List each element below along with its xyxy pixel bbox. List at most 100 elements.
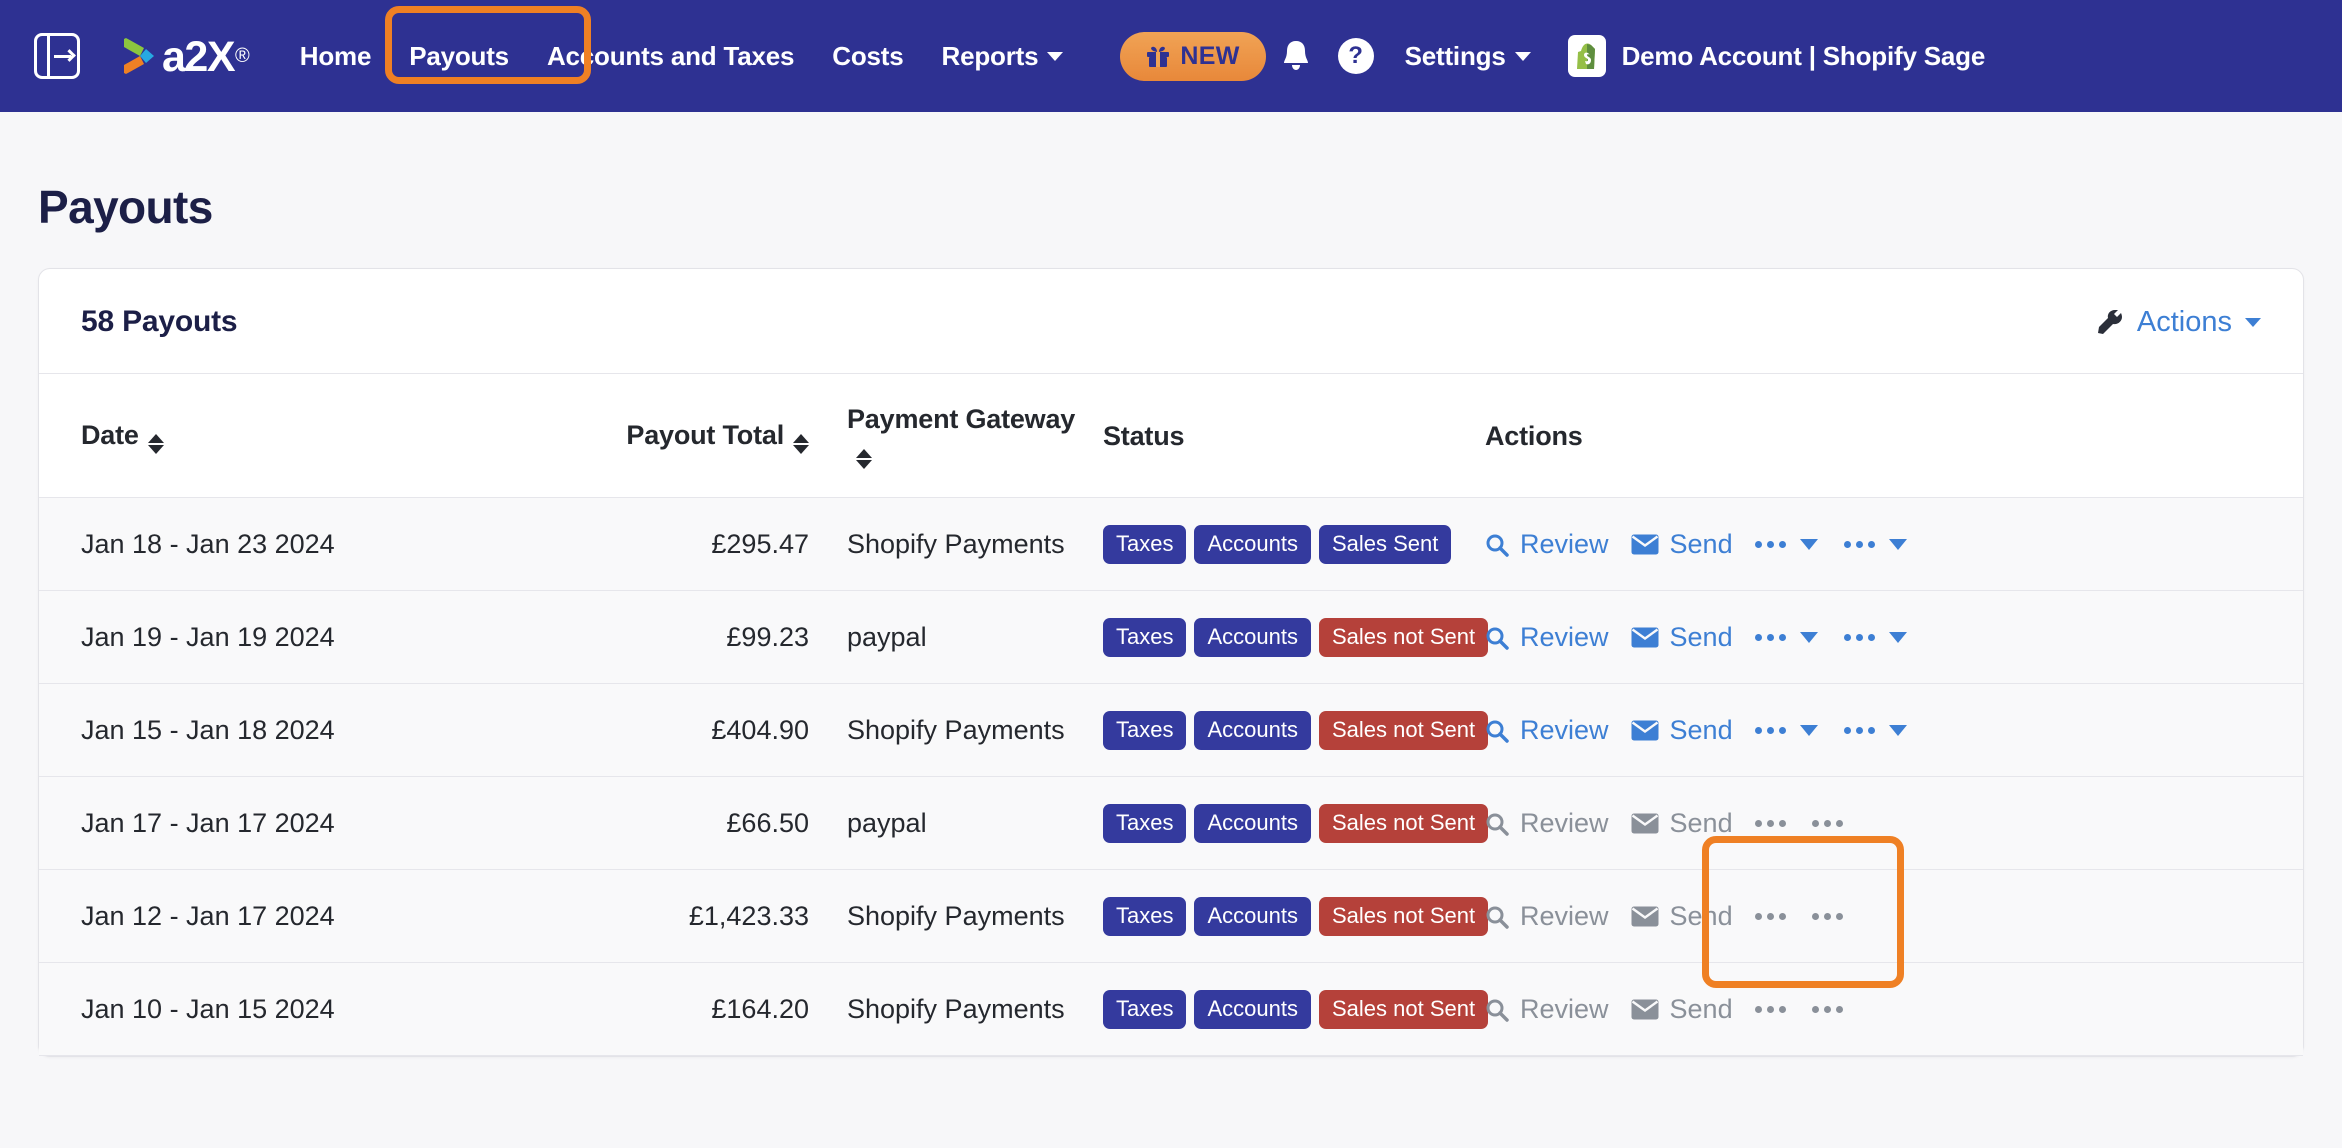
account-name-label: Demo Account | Shopify Sage [1621, 40, 1986, 71]
bell-icon-glyph [1283, 41, 1308, 70]
status-badge-taxes[interactable]: Taxes [1103, 525, 1187, 564]
nav-link-reports-label: Reports [941, 40, 1039, 71]
nav-link-payouts[interactable]: Payouts [390, 31, 528, 82]
cell-payout-total: £295.47 [519, 497, 809, 591]
column-header-payout-total[interactable]: Payout Total [519, 374, 809, 498]
status-badge-taxes[interactable]: Taxes [1103, 897, 1187, 936]
chevron-down-icon [1514, 51, 1531, 61]
send-link: Send [1631, 901, 1733, 932]
cell-payout-total: £404.90 [519, 683, 809, 777]
review-link-label: Review [1520, 994, 1609, 1024]
status-badge-accounts[interactable]: Accounts [1194, 897, 1311, 936]
nav-link-home[interactable]: Home [281, 31, 390, 82]
nav-link-accounts-and-taxes[interactable]: Accounts and Taxes [528, 31, 813, 82]
row-overflow-menu-2 [1811, 913, 1843, 920]
status-badge-accounts[interactable]: Accounts [1194, 618, 1311, 657]
cell-actions: Review Send [1459, 869, 2303, 963]
send-link[interactable]: Send [1631, 529, 1733, 560]
action-links-group: Review Send [1485, 994, 2303, 1025]
envelope-icon [1631, 999, 1659, 1020]
status-badge-taxes[interactable]: Taxes [1103, 711, 1187, 750]
status-badge-accounts[interactable]: Accounts [1194, 525, 1311, 564]
account-menu[interactable]: Demo Account | Shopify Sage [1567, 35, 1986, 77]
status-badge-sales-not-sent[interactable]: Sales not Sent [1318, 990, 1489, 1029]
row-overflow-menu-1 [1754, 913, 1786, 920]
row-overflow-menu-2[interactable] [1843, 632, 1907, 643]
sidebar-toggle-divider [47, 36, 50, 76]
cell-actions: Review Send [1459, 962, 2303, 1056]
page-body: Payouts 58 Payouts Actions Date Payout T [0, 112, 2342, 1057]
nav-right-group: NEW ? Settings Demo Account | Shopify Sa… [1120, 26, 1985, 86]
cell-date: Jan 17 - Jan 17 2024 [39, 776, 519, 870]
review-link-label: Review [1520, 622, 1609, 652]
sort-icon-date[interactable] [147, 433, 164, 454]
cell-actions: Review Send [1459, 683, 2303, 777]
send-link[interactable]: Send [1631, 715, 1733, 746]
cell-status: Taxes Accounts Sales not Sent [1079, 869, 1489, 963]
status-badge-accounts[interactable]: Accounts [1194, 711, 1311, 750]
review-link: Review [1485, 994, 1609, 1025]
cell-payout-total: £66.50 [519, 776, 809, 870]
status-badge-sales-not-sent[interactable]: Sales not Sent [1318, 804, 1489, 843]
row-overflow-menu-2[interactable] [1843, 725, 1907, 736]
column-header-date[interactable]: Date [39, 374, 519, 498]
sort-icon-payout-total[interactable] [793, 433, 809, 454]
cell-payment-gateway: paypal [809, 776, 1079, 870]
sort-icon-payment-gateway[interactable] [856, 449, 872, 469]
review-link-label: Review [1520, 715, 1609, 745]
envelope-icon [1631, 906, 1659, 927]
table-row: Jan 18 - Jan 23 2024 £295.47 Shopify Payme… [39, 497, 2303, 591]
nav-link-costs[interactable]: Costs [813, 31, 922, 82]
a2x-logo[interactable]: a2X ® [122, 32, 250, 81]
status-badge-sales-not-sent[interactable]: Sales not Sent [1318, 711, 1489, 750]
row-overflow-menu-2[interactable] [1843, 539, 1907, 550]
gift-icon [1147, 46, 1170, 67]
status-badge-sales-sent[interactable]: Sales Sent [1318, 525, 1452, 564]
chevron-down-icon [2245, 317, 2261, 327]
table-header-row: Date Payout Total Payment Gateway Status… [39, 374, 2303, 498]
status-badge-sales-not-sent[interactable]: Sales not Sent [1318, 897, 1489, 936]
action-links-group: Review Send [1485, 715, 2303, 746]
status-badge-taxes[interactable]: Taxes [1103, 618, 1187, 657]
help-icon[interactable]: ? [1326, 26, 1386, 86]
table-row: Jan 15 - Jan 18 2024 £404.90 Shopify Payme… [39, 683, 2303, 777]
row-overflow-menu-1[interactable] [1754, 725, 1818, 736]
bell-icon[interactable] [1266, 26, 1326, 86]
cell-payment-gateway: Shopify Payments [809, 497, 1079, 591]
sidebar-toggle-arrow [54, 48, 76, 63]
row-overflow-menu-1[interactable] [1754, 632, 1818, 643]
review-link[interactable]: Review [1485, 622, 1609, 653]
status-badge-accounts[interactable]: Accounts [1194, 804, 1311, 843]
row-overflow-menu-1[interactable] [1754, 539, 1818, 550]
review-link[interactable]: Review [1485, 529, 1609, 560]
cell-status: Taxes Accounts Sales not Sent [1079, 683, 1489, 777]
status-badge-sales-not-sent[interactable]: Sales not Sent [1318, 618, 1489, 657]
nav-link-reports[interactable]: Reports [923, 31, 1083, 82]
send-link-label: Send [1669, 715, 1733, 745]
cell-actions: Review Send [1459, 590, 2303, 684]
cell-date: Jan 12 - Jan 17 2024 [39, 869, 519, 963]
nav-link-costs-label: Costs [832, 40, 904, 71]
nav-links: Home Payouts Accounts and Taxes Costs Re… [281, 31, 1083, 82]
status-badge-accounts[interactable]: Accounts [1194, 990, 1311, 1029]
review-link[interactable]: Review [1485, 715, 1609, 746]
nav-link-payouts-label: Payouts [409, 40, 509, 71]
new-badge-button[interactable]: NEW [1120, 31, 1266, 81]
a2x-logo-text: a2X [162, 32, 236, 81]
status-badge-taxes[interactable]: Taxes [1103, 990, 1187, 1029]
row-overflow-menu-2 [1811, 820, 1843, 827]
column-header-date-label: Date [81, 419, 139, 450]
send-link[interactable]: Send [1631, 622, 1733, 653]
column-header-payment-gateway[interactable]: Payment Gateway [809, 374, 1079, 498]
sidebar-expand-icon[interactable] [34, 33, 80, 79]
row-overflow-menu-1 [1754, 1006, 1786, 1013]
actions-dropdown-button[interactable]: Actions [2097, 306, 2261, 339]
chevron-down-icon [1799, 539, 1818, 550]
new-badge-label: NEW [1180, 41, 1240, 70]
magnifier-icon [1486, 720, 1509, 743]
cell-actions: Review Send [1459, 497, 2303, 591]
status-badge-taxes[interactable]: Taxes [1103, 804, 1187, 843]
cell-payment-gateway: Shopify Payments [809, 962, 1079, 1056]
nav-link-settings[interactable]: Settings [1386, 31, 1550, 82]
review-link: Review [1485, 808, 1609, 839]
